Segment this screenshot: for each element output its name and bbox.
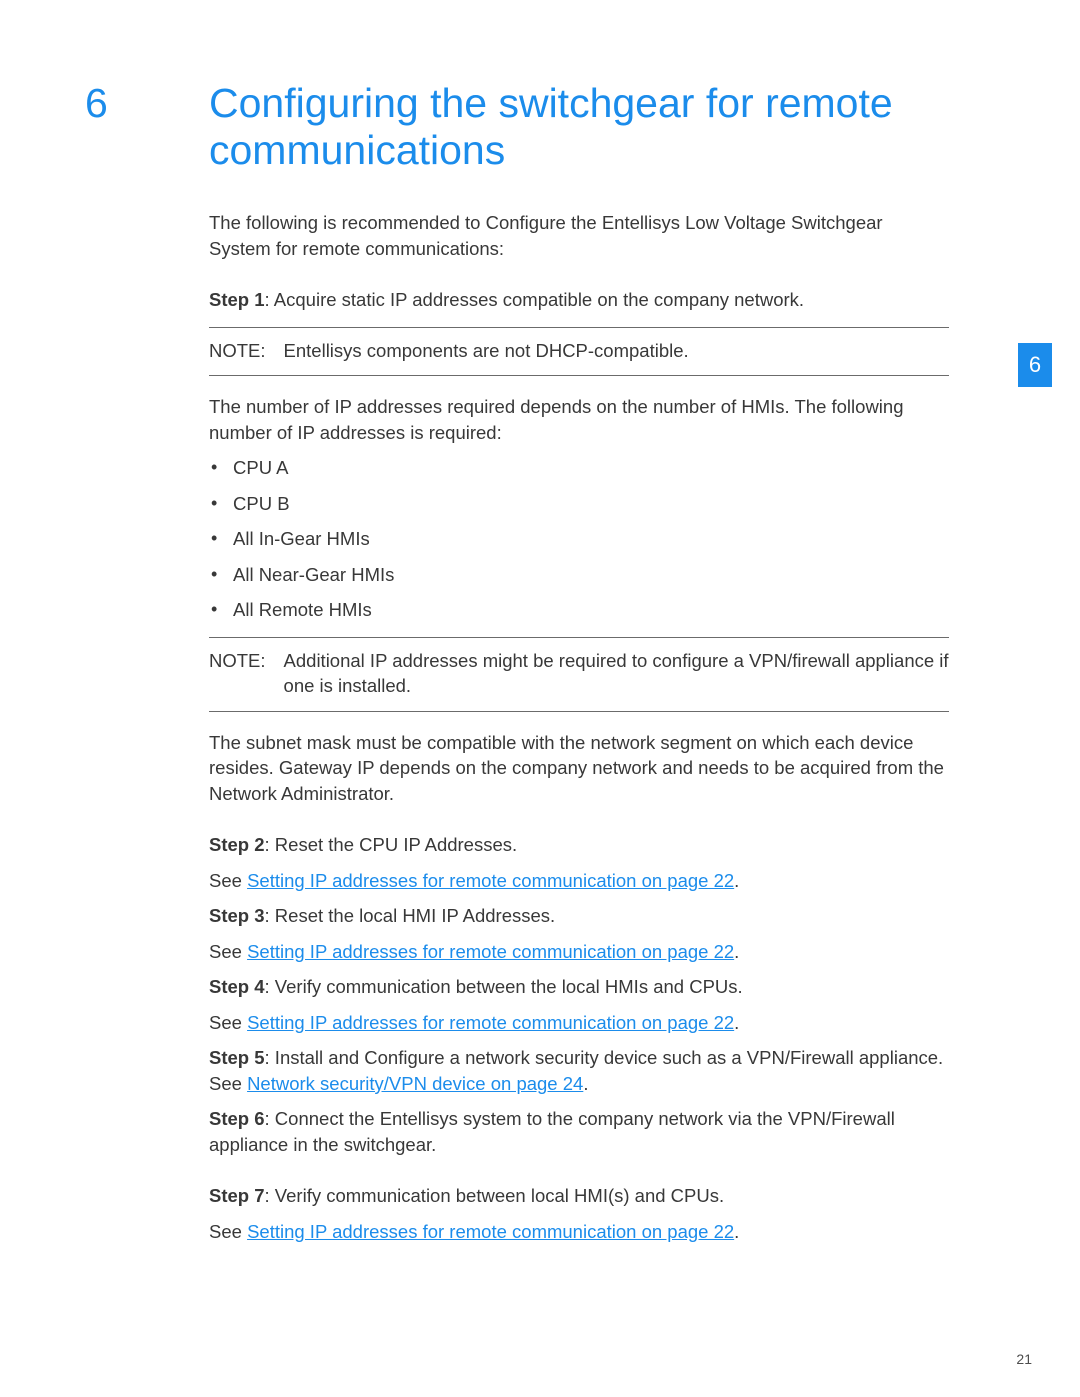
page: 6 Configuring the switchgear for remote …: [0, 0, 1080, 1397]
subnet-paragraph: The subnet mask must be compatible with …: [209, 730, 949, 807]
ip-list-item: All Near-Gear HMIs: [233, 562, 949, 588]
step-2: Step 2: Reset the CPU IP Addresses.: [209, 832, 949, 858]
note-2-text: Additional IP addresses might be require…: [284, 648, 949, 699]
step-4-see: See Setting IP addresses for remote comm…: [209, 1010, 949, 1036]
period: .: [734, 1012, 739, 1033]
step-5-label: Step 5: [209, 1047, 265, 1068]
chapter-number: 6: [85, 80, 108, 127]
step-4-label: Step 4: [209, 976, 265, 997]
xref-ip-addresses[interactable]: Setting IP addresses for remote communic…: [247, 870, 734, 891]
period: .: [734, 941, 739, 962]
see-prefix: See: [209, 1012, 247, 1033]
period: .: [734, 870, 739, 891]
ip-list-item: CPU B: [233, 491, 949, 517]
step-3: Step 3: Reset the local HMI IP Addresses…: [209, 903, 949, 929]
step-3-text: : Reset the local HMI IP Addresses.: [265, 905, 556, 926]
page-number: 21: [1016, 1351, 1032, 1367]
period: .: [734, 1221, 739, 1242]
step-6: Step 6: Connect the Entellisys system to…: [209, 1106, 949, 1157]
step-1-label: Step 1: [209, 289, 265, 310]
period: .: [583, 1073, 588, 1094]
step-5: Step 5: Install and Configure a network …: [209, 1045, 949, 1096]
step-1: Step 1: Acquire static IP addresses comp…: [209, 287, 949, 313]
xref-ip-addresses[interactable]: Setting IP addresses for remote communic…: [247, 1012, 734, 1033]
step-7-label: Step 7: [209, 1185, 265, 1206]
chapter-title: Configuring the switchgear for remote co…: [209, 80, 949, 174]
ip-list-item: All Remote HMIs: [233, 597, 949, 623]
step-7-see: See Setting IP addresses for remote comm…: [209, 1219, 949, 1245]
see-prefix: See: [209, 1221, 247, 1242]
note-2: NOTE: Additional IP addresses might be r…: [209, 637, 949, 712]
step-7-text: : Verify communication between local HMI…: [265, 1185, 725, 1206]
step-6-label: Step 6: [209, 1108, 265, 1129]
ip-count-intro: The number of IP addresses required depe…: [209, 394, 949, 445]
ip-list-item: All In-Gear HMIs: [233, 526, 949, 552]
step-3-label: Step 3: [209, 905, 265, 926]
step-6-text: : Connect the Entellisys system to the c…: [209, 1108, 895, 1155]
see-prefix: See: [209, 941, 247, 962]
intro-paragraph: The following is recommended to Configur…: [209, 210, 949, 261]
ip-list: CPU A CPU B All In-Gear HMIs All Near-Ge…: [209, 455, 949, 623]
step-2-text: : Reset the CPU IP Addresses.: [265, 834, 518, 855]
step-2-label: Step 2: [209, 834, 265, 855]
xref-ip-addresses[interactable]: Setting IP addresses for remote communic…: [247, 1221, 734, 1242]
side-chapter-tab: 6: [1018, 343, 1052, 387]
step-4-text: : Verify communication between the local…: [265, 976, 743, 997]
note-1: NOTE: Entellisys components are not DHCP…: [209, 327, 949, 377]
step-4: Step 4: Verify communication between the…: [209, 974, 949, 1000]
body-content: The following is recommended to Configur…: [209, 210, 949, 1254]
xref-network-security[interactable]: Network security/VPN device on page 24: [247, 1073, 583, 1094]
ip-list-item: CPU A: [233, 455, 949, 481]
step-7: Step 7: Verify communication between loc…: [209, 1183, 949, 1209]
note-2-label: NOTE:: [209, 648, 266, 699]
note-1-label: NOTE:: [209, 338, 266, 364]
step-2-see: See Setting IP addresses for remote comm…: [209, 868, 949, 894]
note-1-text: Entellisys components are not DHCP-compa…: [284, 338, 949, 364]
step-3-see: See Setting IP addresses for remote comm…: [209, 939, 949, 965]
step-1-text: : Acquire static IP addresses compatible…: [265, 289, 805, 310]
xref-ip-addresses[interactable]: Setting IP addresses for remote communic…: [247, 941, 734, 962]
see-prefix: See: [209, 870, 247, 891]
